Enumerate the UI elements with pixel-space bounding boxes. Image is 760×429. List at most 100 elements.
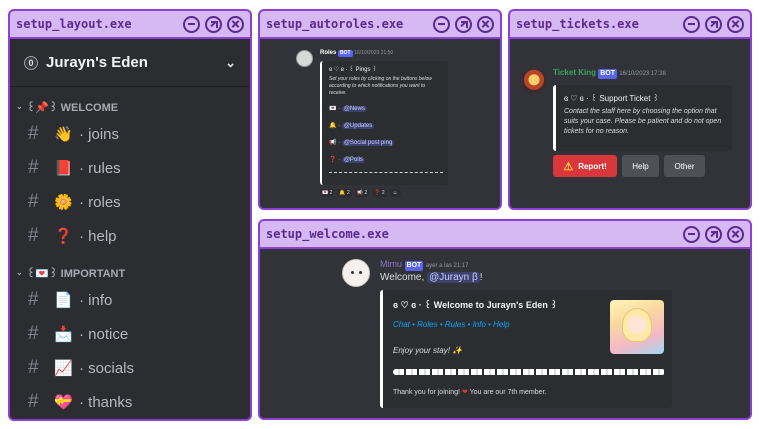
channel-help[interactable]: # ❓ · help [10, 219, 250, 253]
ticket-embed: ɞ ♡ ɞ · ꒰ Support Ticket ꒱ Contact the s… [553, 85, 732, 151]
maximize-icon[interactable] [705, 225, 722, 243]
server-header[interactable]: 0 Jurayn's Eden ⌄ [10, 39, 250, 87]
category-label: ꒰💌꒱ IMPORTANT [26, 267, 126, 280]
drip-divider [393, 369, 665, 375]
minimize-icon[interactable] [433, 15, 450, 33]
welcome-text: Welcome, @Jurayn β! [380, 272, 483, 283]
link-info[interactable]: Info [473, 320, 486, 329]
chevron-down-icon: ⌄ [16, 267, 23, 277]
avatar[interactable] [296, 50, 313, 67]
role-emoji: 📢 [329, 140, 337, 146]
reaction-chip[interactable]: 💌 2 [320, 189, 335, 197]
hash-icon: # [28, 357, 39, 378]
channel-info[interactable]: # 📄 · info [10, 283, 250, 317]
role-row: 💌 · @News [329, 106, 367, 112]
channel-notice[interactable]: # 📩 · notice [10, 317, 250, 351]
hash-icon: # [28, 323, 39, 344]
channel-socials[interactable]: # 📈 · socials [10, 351, 250, 385]
message-area: Ticket King BOT 16/10/2023 17:38 ɞ ♡ ɞ ·… [510, 39, 750, 208]
role-mention[interactable]: @Polls [341, 157, 365, 163]
category-label: ꒰📌꒱ WELCOME [26, 101, 119, 114]
button-label: Other [674, 161, 695, 171]
thumbnail-image [610, 300, 664, 354]
channel-label: · info [79, 291, 113, 309]
channel-thanks[interactable]: # 💝 · thanks [10, 385, 250, 419]
window-titlebar[interactable]: setup_tickets.exe [510, 11, 750, 39]
channel-emoji: 📩 [54, 326, 73, 343]
minimize-icon[interactable] [183, 15, 200, 33]
category-header[interactable]: ⌄ ꒰💌꒱ IMPORTANT [10, 261, 250, 283]
role-mention[interactable]: @News [341, 106, 367, 112]
channel-label: · notice [79, 325, 129, 343]
footer-thanks: Thank you for joining! [393, 389, 460, 396]
role-mention[interactable]: @Updates [341, 123, 375, 129]
reaction-emoji: 📢 [356, 190, 364, 196]
window-title: setup_autoroles.exe [266, 17, 404, 31]
server-icon: 0 [24, 55, 38, 70]
channel-label: · rules [79, 159, 121, 177]
reaction-chip[interactable]: 📢 2 [354, 189, 370, 197]
chevron-down-icon[interactable]: ⌄ [225, 55, 236, 71]
channel-joins[interactable]: # 👋 · joins [10, 117, 250, 151]
footer-count: You are our 7th member. [469, 389, 547, 396]
channel-roles[interactable]: # 🌼 · roles [10, 185, 250, 219]
embed-title: ɞ ♡ ɞ · ꒰ Support Ticket ꒱ [564, 94, 659, 103]
reaction-chip[interactable]: ❓ 2 [372, 189, 387, 197]
message-header: Ticket King BOT 16/10/2023 17:38 [553, 68, 666, 79]
sparkles-icon: ✨ [452, 346, 463, 355]
maximize-icon[interactable] [205, 15, 222, 33]
chevron-down-icon: ⌄ [16, 101, 23, 111]
link-chat[interactable]: Chat [393, 320, 410, 329]
greeting: Welcome, [380, 272, 425, 283]
close-icon[interactable] [227, 15, 244, 33]
avatar[interactable] [342, 259, 370, 287]
channel-emoji: 📕 [54, 160, 73, 177]
window-titlebar[interactable]: setup_layout.exe [10, 11, 250, 39]
hash-icon: # [28, 157, 39, 178]
user-mention[interactable]: @Jurayn β [427, 272, 480, 283]
close-icon[interactable] [477, 15, 494, 33]
embed-title: ɞ ♡ ɞ · ꒰ Welcome to Jurayn's Eden ꒱ [393, 300, 558, 310]
add-reaction-icon[interactable]: ☺ [389, 189, 401, 197]
author-name[interactable]: Ticket King [553, 68, 596, 77]
channel-label: · thanks [79, 393, 133, 411]
setup-layout-window: setup_layout.exe 0 Jurayn's Eden ⌄ ⌄ ꒰📌꒱… [8, 9, 252, 421]
divider [329, 172, 443, 176]
role-mention[interactable]: @Social post ping [341, 140, 395, 146]
role-row: 📢 · @Social post ping [329, 140, 395, 146]
channel-emoji: 📄 [54, 292, 73, 309]
maximize-icon[interactable] [705, 15, 722, 33]
close-icon[interactable] [727, 15, 744, 33]
hash-icon: # [28, 289, 39, 310]
hash-icon: # [28, 225, 39, 246]
maximize-icon[interactable] [455, 15, 472, 33]
window-titlebar[interactable]: setup_autoroles.exe [260, 11, 500, 39]
author-name[interactable]: Mimu [380, 259, 402, 269]
hash-icon: # [28, 391, 39, 412]
reaction-bar: 💌 2 🔔 2 📢 2 ❓ 2 ☺ [320, 189, 401, 197]
avatar[interactable] [522, 69, 546, 93]
reaction-count: 2 [329, 190, 333, 196]
bot-badge: BOT [338, 50, 353, 57]
link-rules[interactable]: Rules [445, 320, 465, 329]
close-icon[interactable] [727, 225, 744, 243]
channel-rules[interactable]: # 📕 · rules [10, 151, 250, 185]
reaction-count: 2 [347, 190, 350, 196]
channel-label: · joins [79, 125, 120, 143]
channel-emoji: 📈 [54, 360, 73, 377]
button-label: Help [632, 161, 649, 171]
reaction-count: 2 [364, 190, 368, 196]
window-titlebar[interactable]: setup_welcome.exe [260, 221, 750, 249]
embed-description: Contact the staff here by choosing the o… [564, 108, 722, 135]
minimize-icon[interactable] [683, 225, 700, 243]
help-button[interactable]: Help [622, 155, 659, 177]
report-button[interactable]: ⚠ Report! [553, 155, 617, 177]
reaction-chip[interactable]: 🔔 2 [337, 189, 352, 197]
link-roles[interactable]: Roles [417, 320, 437, 329]
channel-label: · help [79, 227, 117, 245]
other-button[interactable]: Other [664, 155, 705, 177]
category-header[interactable]: ⌄ ꒰📌꒱ WELCOME [10, 95, 250, 117]
link-help[interactable]: Help [493, 320, 509, 329]
author-name[interactable]: Roles [320, 50, 336, 56]
minimize-icon[interactable] [683, 15, 700, 33]
